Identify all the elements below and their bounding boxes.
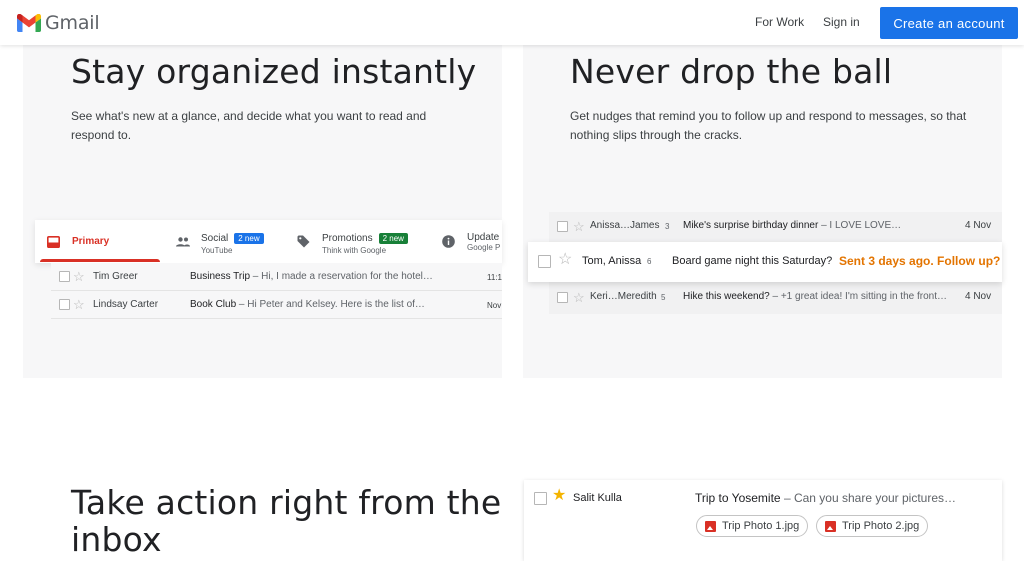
row-sender: Tom, Anissa <box>582 255 642 267</box>
row-snippet: – Can you share your pictures… <box>780 491 957 505</box>
row-subject: Book Club <box>190 299 237 310</box>
tab-promotions-sub: Think with Google <box>322 246 387 255</box>
inbox-tabs: Primary Social 2 new YouTube Promotions 2 … <box>35 220 502 263</box>
image-file-icon <box>825 520 836 532</box>
tab-social[interactable]: Social 2 new YouTube <box>176 220 264 263</box>
logo-text: Gmail <box>45 12 100 34</box>
row-checkbox[interactable] <box>534 492 547 505</box>
row-sender: Tim Greer <box>93 271 138 282</box>
organized-heading: Stay organized instantly <box>71 52 477 91</box>
row-checkbox[interactable] <box>557 221 568 232</box>
row-count: 5 <box>661 293 666 302</box>
row-subject: Board game night this Saturday? <box>672 255 833 267</box>
organized-mail-list: ☆ Tim Greer Business Trip – Hi, I made a… <box>51 263 502 319</box>
list-item[interactable]: ☆ Tim Greer Business Trip – Hi, I made a… <box>51 263 502 291</box>
row-sender: Lindsay Carter <box>93 299 159 310</box>
row-checkbox[interactable] <box>59 299 70 310</box>
row-subject: Hike this weekend? <box>683 291 770 302</box>
action-heading-line1: Take action right from the <box>71 483 502 522</box>
row-snippet: – Hi Peter and Kelsey. Here is the list … <box>236 299 425 310</box>
row-subject: Mike's surprise birthday dinner <box>683 220 819 231</box>
row-subject-line: Book Club – Hi Peter and Kelsey. Here is… <box>190 299 425 310</box>
gmail-m-icon <box>17 14 41 32</box>
row-subject-line: Trip to Yosemite – Can you share your pi… <box>695 491 956 505</box>
row-subject-line: Business Trip – Hi, I made a reservation… <box>190 271 433 282</box>
action-heading: Take action right from the inbox <box>71 484 501 558</box>
star-icon[interactable]: ☆ <box>573 220 585 233</box>
social-badge: 2 new <box>234 233 264 244</box>
row-subject: Business Trip <box>190 271 251 282</box>
follow-up-nudge: Sent 3 days ago. Follow up? <box>839 254 1001 268</box>
star-icon[interactable]: ☆ <box>73 298 85 311</box>
tab-updates-sub: Google P <box>467 242 501 252</box>
attachment-name: Trip Photo 1.jpg <box>722 520 800 532</box>
nudges-heading: Never drop the ball <box>570 52 893 91</box>
row-count: 3 <box>665 222 670 231</box>
row-checkbox[interactable] <box>59 271 70 282</box>
top-navigation-bar: Gmail For Work Sign in Create an account <box>0 0 1024 45</box>
create-account-button[interactable]: Create an account <box>880 7 1018 39</box>
organized-body: See what's new at a glance, and decide w… <box>71 109 427 142</box>
tab-primary-label: Primary <box>72 236 110 247</box>
row-sender: Keri…Meredith <box>590 291 657 302</box>
nudged-list-item[interactable]: ☆ Tom, Anissa 6 Board game night this Sa… <box>528 242 1002 282</box>
attachment-chip[interactable]: Trip Photo 2.jpg <box>816 515 929 537</box>
image-file-icon <box>705 520 716 532</box>
tag-icon <box>297 235 310 248</box>
row-date: 4 Nov <box>965 220 992 231</box>
star-icon[interactable]: ☆ <box>573 291 585 304</box>
attachment-name: Trip Photo 2.jpg <box>842 520 920 532</box>
row-subject-line: Mike's surprise birthday dinner – I LOVE… <box>683 220 901 231</box>
row-subject-line: Hike this weekend? – +1 great idea! I'm … <box>683 291 951 302</box>
gmail-logo[interactable]: Gmail <box>17 12 100 34</box>
list-item[interactable]: ☆ Keri…Meredith 5 Hike this weekend? – +… <box>549 283 1002 311</box>
tab-social-sub: YouTube <box>201 246 233 255</box>
star-icon[interactable]: ☆ <box>558 252 572 268</box>
row-snippet: – Hi, I made a reservation for the hotel… <box>250 271 433 282</box>
tab-primary[interactable]: Primary <box>47 220 109 263</box>
row-checkbox[interactable] <box>557 292 568 303</box>
promotions-badge: 2 new <box>378 233 408 244</box>
row-sender: Salit Kulla <box>573 492 622 504</box>
row-subject: Trip to Yosemite <box>695 491 781 505</box>
list-item[interactable]: ☆ Lindsay Carter Book Club – Hi Peter an… <box>51 291 502 319</box>
action-heading-line2: inbox <box>71 520 162 559</box>
tab-promotions[interactable]: Promotions 2 new Think with Google <box>297 220 408 263</box>
row-count: 6 <box>647 257 652 266</box>
row-date: 4 Nov <box>965 291 992 302</box>
row-checkbox[interactable] <box>538 255 551 268</box>
tab-social-label: Social <box>201 233 229 244</box>
list-item[interactable]: ☆ Anissa…James 3 Mike's surprise birthda… <box>549 212 1002 240</box>
info-icon <box>442 235 455 248</box>
for-work-link[interactable]: For Work <box>755 15 804 29</box>
active-tab-indicator <box>40 259 160 262</box>
tab-updates-label: Update <box>467 231 500 243</box>
people-icon <box>176 236 190 246</box>
nudges-body: Get nudges that remind you to follow up … <box>570 109 967 142</box>
tab-updates[interactable]: Update Google P <box>442 220 500 263</box>
row-date: Nov <box>487 301 502 310</box>
row-snippet: – I LOVE LOVE… <box>818 220 902 231</box>
row-date: 11:1 <box>487 273 502 282</box>
sign-in-link[interactable]: Sign in <box>823 15 860 29</box>
inbox-icon <box>47 235 60 248</box>
tab-promotions-label: Promotions <box>322 233 373 244</box>
starred-icon[interactable]: ★ <box>552 488 566 504</box>
star-icon[interactable]: ☆ <box>73 270 85 283</box>
row-snippet: – +1 great idea! I'm sitting in the fron… <box>769 291 947 302</box>
action-mail-item[interactable]: ★ Salit Kulla Trip to Yosemite – Can you… <box>524 480 1002 561</box>
attachment-chip[interactable]: Trip Photo 1.jpg <box>696 515 809 537</box>
row-sender: Anissa…James <box>590 220 660 231</box>
